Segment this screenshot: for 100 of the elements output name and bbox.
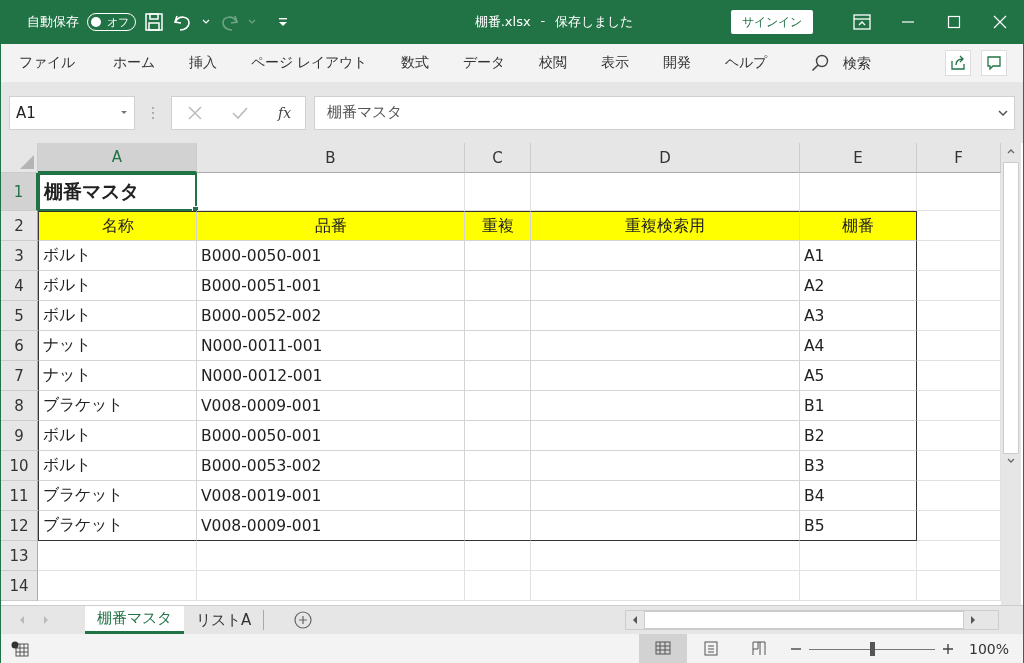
vertical-scrollbar[interactable] xyxy=(1001,143,1021,605)
ribbon-tab[interactable]: 数式 xyxy=(401,54,430,72)
select-all-icon[interactable] xyxy=(20,155,34,169)
grid-cell[interactable] xyxy=(531,541,800,571)
grid-cell[interactable] xyxy=(197,541,465,571)
ribbon-tab[interactable]: 表示 xyxy=(601,54,630,72)
grid-cell[interactable] xyxy=(465,421,531,451)
grid-cell[interactable]: A3 xyxy=(800,301,917,331)
row-header[interactable]: 14 xyxy=(1,571,38,601)
grid-cell[interactable]: 重複検索用 xyxy=(531,211,800,241)
grid-cell[interactable]: A4 xyxy=(800,331,917,361)
grid-cell[interactable]: ナット xyxy=(38,331,197,361)
ribbon-tab[interactable]: ページ レイアウト xyxy=(251,54,368,72)
zoom-slider[interactable] xyxy=(808,641,935,656)
grid-cell[interactable] xyxy=(465,451,531,481)
grid-cell[interactable]: V008-0009-001 xyxy=(197,391,465,421)
grid-cell[interactable]: B000-0050-001 xyxy=(197,241,465,271)
row-header[interactable]: 6 xyxy=(1,331,38,361)
grid-cell[interactable]: B4 xyxy=(800,481,917,511)
caret-icon[interactable] xyxy=(202,19,210,25)
zoom-level[interactable]: 100% xyxy=(968,640,1009,657)
grid-cell[interactable]: 名称 xyxy=(38,211,197,241)
zoom-in-icon[interactable] xyxy=(942,643,953,654)
search-field[interactable]: 検索 xyxy=(843,55,904,71)
sheet-tab[interactable]: 棚番マスタ xyxy=(85,606,184,634)
grid-cell[interactable] xyxy=(531,511,800,541)
grid-cell[interactable] xyxy=(531,361,800,391)
row-header[interactable]: 11 xyxy=(1,481,38,511)
grid-cell[interactable] xyxy=(531,391,800,421)
grid-cell[interactable] xyxy=(465,331,531,361)
sheet-tab[interactable]: リストA xyxy=(184,610,265,630)
comments-button[interactable] xyxy=(981,50,1007,76)
column-header[interactable]: B xyxy=(197,143,465,173)
grid-cell[interactable]: 棚番 xyxy=(800,211,917,241)
column-header[interactable]: F xyxy=(917,143,1001,173)
row-header[interactable]: 9 xyxy=(1,421,38,451)
normal-view-button[interactable] xyxy=(638,634,687,663)
grid-cell[interactable] xyxy=(531,241,800,271)
column-header[interactable]: A xyxy=(38,143,197,173)
column-header[interactable]: C xyxy=(465,143,531,173)
row-header[interactable]: 8 xyxy=(1,391,38,421)
name-box[interactable]: A1 xyxy=(9,95,135,130)
grid-cell[interactable]: ボルト xyxy=(38,241,197,271)
row-header[interactable]: 1 xyxy=(1,173,38,211)
grid-cell[interactable] xyxy=(465,391,531,421)
ribbon-tab[interactable]: ホーム xyxy=(113,54,155,72)
check-icon[interactable] xyxy=(232,105,248,120)
grid-cell[interactable]: ボルト xyxy=(38,301,197,331)
grid-cell[interactable] xyxy=(800,571,917,601)
grid-cell[interactable] xyxy=(531,271,800,301)
grid-cell[interactable] xyxy=(531,451,800,481)
grid-cell[interactable] xyxy=(465,271,531,301)
grid-cell[interactable] xyxy=(800,541,917,571)
macro-icon[interactable] xyxy=(11,640,29,657)
save-icon[interactable] xyxy=(144,12,164,32)
formula-input[interactable]: 棚番マスタ xyxy=(314,95,1015,130)
row-header[interactable]: 13 xyxy=(1,541,38,571)
ribbon-tab[interactable]: 校閲 xyxy=(539,54,568,72)
grid-cell[interactable] xyxy=(531,481,800,511)
row-header[interactable]: 7 xyxy=(1,361,38,391)
grid-cell[interactable]: B000-0053-002 xyxy=(197,451,465,481)
column-header[interactable]: D xyxy=(531,143,800,173)
grid-cell[interactable]: ブラケット xyxy=(38,391,197,421)
grid-cell[interactable]: N000-0011-001 xyxy=(197,331,465,361)
grid-cell[interactable]: 品番 xyxy=(197,211,465,241)
active-cell[interactable]: 棚番マスタ xyxy=(38,173,197,211)
grid-cell[interactable]: ブラケット xyxy=(38,511,197,541)
ribbon-tab[interactable]: 挿入 xyxy=(189,54,217,72)
grid-cell[interactable] xyxy=(465,241,531,271)
row-header[interactable]: 3 xyxy=(1,241,38,271)
grid-cell[interactable]: B3 xyxy=(800,451,917,481)
row-header[interactable]: 5 xyxy=(1,301,38,331)
grid-cell[interactable]: B1 xyxy=(800,391,917,421)
grid-cell[interactable]: V008-0009-001 xyxy=(197,511,465,541)
grid-cell[interactable]: ボルト xyxy=(38,451,197,481)
grid-cell[interactable] xyxy=(465,541,531,571)
grid-cell[interactable] xyxy=(465,361,531,391)
grid-cell[interactable]: ボルト xyxy=(38,421,197,451)
grid-cell[interactable] xyxy=(531,301,800,331)
grid-cell[interactable]: 重複 xyxy=(465,211,531,241)
grid-cell[interactable] xyxy=(38,541,197,571)
ribbon-tab[interactable]: ヘルプ xyxy=(725,54,768,72)
grid-cell[interactable] xyxy=(197,571,465,601)
grid-cell[interactable] xyxy=(465,571,531,601)
ribbon-tab[interactable]: ファイル xyxy=(19,54,75,72)
grid-cell[interactable] xyxy=(38,571,197,601)
cancel-icon[interactable] xyxy=(188,105,202,120)
grid-cell[interactable] xyxy=(465,511,531,541)
grid-cell[interactable]: ボルト xyxy=(38,271,197,301)
grid-cell[interactable] xyxy=(531,421,800,451)
scroll-down-icon[interactable] xyxy=(1007,458,1015,463)
grid-cell[interactable] xyxy=(465,481,531,511)
grid-cell[interactable] xyxy=(465,301,531,331)
horizontal-scrollbar[interactable] xyxy=(625,610,999,630)
ribbon-tab[interactable]: 開発 xyxy=(663,54,692,72)
grid-cell[interactable]: ナット xyxy=(38,361,197,391)
grid-cell[interactable]: B000-0051-001 xyxy=(197,271,465,301)
row-header[interactable]: 4 xyxy=(1,271,38,301)
scroll-up-icon[interactable] xyxy=(1007,149,1015,154)
grid-cell[interactable]: A1 xyxy=(800,241,917,271)
